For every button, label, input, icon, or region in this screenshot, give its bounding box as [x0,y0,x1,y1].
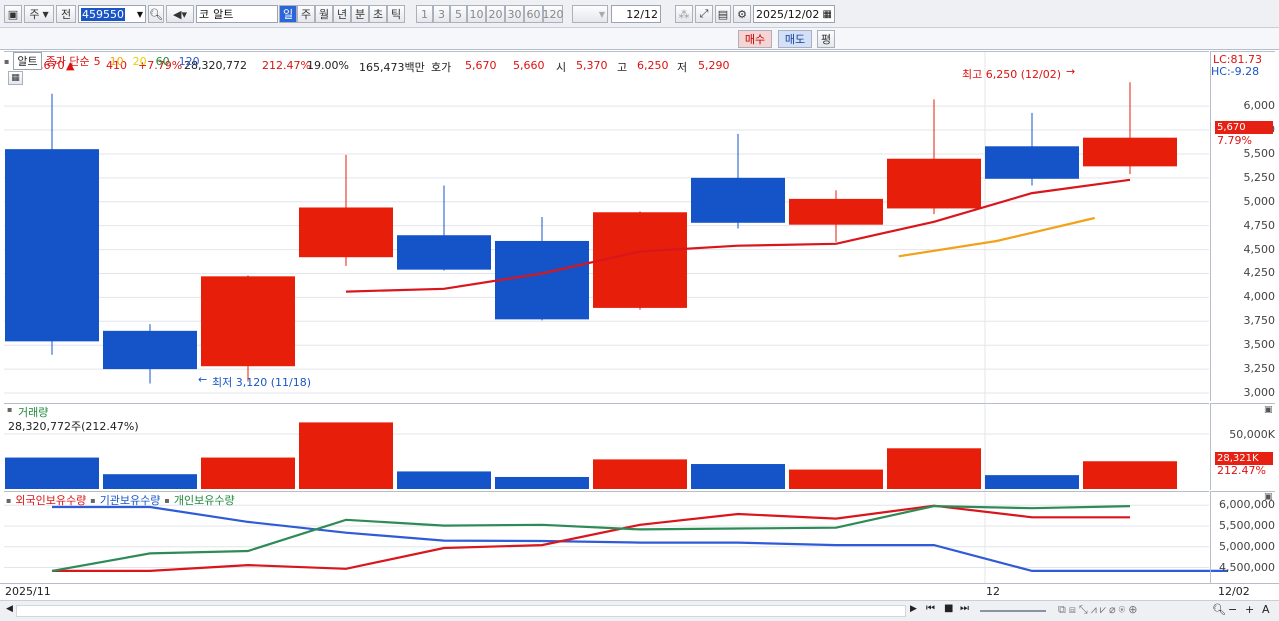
foreign-legend: 외국인보유수량 [15,494,87,507]
candle-body [593,212,687,308]
square-icon: ▪ [6,495,12,505]
panel-close-icon[interactable]: ▣ [1264,405,1273,415]
inst-legend: 기관보유수량 [99,494,161,507]
font-size-icon[interactable]: A [1262,603,1270,616]
candle-body [691,177,785,223]
candle-body [1083,137,1177,167]
candle-body [5,149,99,342]
minus-icon[interactable]: − [1228,603,1237,616]
volume-pct: 212.47% [1217,464,1266,477]
horizontal-scrollbar[interactable] [16,605,906,617]
candle-body [789,198,883,225]
scroll-right-icon[interactable]: ▶ [910,604,917,614]
first-icon[interactable]: ⏮ [926,603,935,614]
x-label-right: 12/02 [1218,585,1250,598]
volume-value: 28,320,772주(212.47%) [8,420,139,433]
panel-close-icon[interactable]: ▣ [1264,492,1273,502]
volume-ytick: 50,000K [1229,428,1275,441]
holding-ytick: 5,000,000 [1219,539,1275,553]
holding-ytick: 4,500,000 [1219,560,1275,574]
stop-icon[interactable]: ■ [944,603,953,614]
drawing-tools-icon[interactable]: ⧉⧈⤡⩘⩗⌀⍟⊕ [1058,603,1141,617]
square-icon: ▪ [4,56,10,66]
candle-body [201,276,295,367]
arrow-left-icon: ← [198,373,208,386]
zoom-icon[interactable]: 🔍︎ [1212,603,1226,616]
high-annotation: 최고 6,250 (12/02) [962,68,1062,81]
holding-ytick: 5,500,000 [1219,519,1275,533]
low-annotation: 최저 3,120 (11/18) [212,376,312,389]
candle-body [299,207,393,258]
ma-periods: 5 10 20 60 120 [94,55,200,68]
stock-tab[interactable]: 알트 [13,52,42,70]
plus-icon[interactable]: + [1245,603,1254,616]
ma-period-20: 20 [132,54,147,68]
candle-body [887,158,981,209]
bottom-toolbar: ◀ ▶ ⏮ ■ ⏭ ⧉⧈⤡⩘⩗⌀⍟⊕ 🔍︎ − + A [0,600,1279,621]
ma-period-5: 5 [93,54,101,68]
x-label-mid: 12 [986,585,1000,598]
square-icon: ▪ [164,495,170,505]
ma-period-60: 60 [155,54,170,68]
square-icon: ▪ [7,405,13,414]
zoom-slider[interactable] [980,610,1046,612]
holding-legend: ▪ 외국인보유수량 ▪ 기관보유수량 ▪ 개인보유수량 [6,492,235,508]
ma-period-120: 120 [178,54,200,68]
x-axis: 2025/11 12 12/02 [0,583,1279,600]
grid-icon[interactable]: ▦ [8,71,23,85]
volume-panel [4,403,1209,490]
candle-body [985,146,1079,179]
scroll-left-icon[interactable]: ◀ [6,604,13,614]
x-label-left: 2025/11 [5,585,51,598]
arrow-right-icon: → [1066,65,1076,78]
square-icon: ▪ [90,495,96,505]
candle-body [495,240,589,320]
ma-title: 종가 단순 [45,55,90,68]
candle-body [103,330,197,370]
indiv-legend: 개인보유수량 [173,494,235,507]
last-icon[interactable]: ⏭ [960,603,969,614]
price-legend: ▪ 알트 종가 단순 5 10 20 60 120 [4,52,200,70]
candle-body [397,235,491,270]
ma-period-10: 10 [109,54,124,68]
